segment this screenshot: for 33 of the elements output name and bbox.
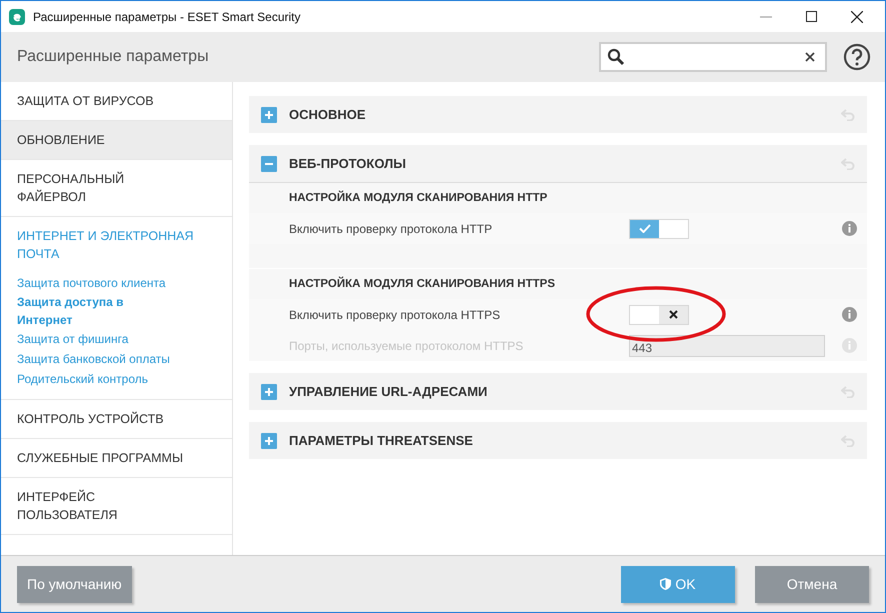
check-icon bbox=[638, 224, 650, 233]
help-icon[interactable] bbox=[843, 43, 871, 71]
section-header[interactable]: ПАРАМЕТРЫ THREATSENSE bbox=[249, 422, 867, 459]
section-header[interactable]: УПРАВЛЕНИЕ URL-АДРЕСАМИ bbox=[249, 373, 867, 410]
section-title: ПАРАМЕТРЫ THREATSENSE bbox=[289, 433, 474, 448]
setting-label: Включить проверку протокола HTTP bbox=[289, 222, 494, 236]
cross-icon bbox=[669, 310, 678, 319]
sidebar-item[interactable]: КОНТРОЛЬ УСТРОЙСТВ bbox=[1, 400, 211, 438]
info-icon[interactable] bbox=[842, 221, 857, 236]
toggle-switch[interactable] bbox=[629, 218, 689, 238]
clear-icon[interactable] bbox=[805, 52, 815, 62]
setting-label: Включить проверку протокола HTTPS bbox=[289, 308, 502, 322]
search-field[interactable] bbox=[599, 42, 827, 72]
search-icon bbox=[607, 48, 625, 66]
group-heading: НАСТРОЙКА МОДУЛЯ СКАНИРОВАНИЯ HTTP bbox=[288, 190, 548, 206]
section-header[interactable]: ОСНОВНОЕ bbox=[249, 96, 867, 133]
group-heading: НАСТРОЙКА МОДУЛЯ СКАНИРОВАНИЯ HTTPS bbox=[288, 276, 556, 292]
section-header[interactable]: ВЕБ-ПРОТОКОЛЫ bbox=[249, 145, 867, 182]
section-title: ВЕБ-ПРОТОКОЛЫ bbox=[289, 156, 407, 171]
section-title: УПРАВЛЕНИЕ URL-АДРЕСАМИ bbox=[289, 384, 488, 399]
info-icon[interactable] bbox=[842, 307, 857, 322]
close-icon[interactable] bbox=[851, 10, 863, 22]
sidebar-item[interactable]: ЗАЩИТА ОТ ВИРУСОВ bbox=[1, 82, 211, 120]
section-title: ОСНОВНОЕ bbox=[289, 107, 367, 122]
maximize-icon[interactable] bbox=[806, 11, 817, 22]
toggle-switch[interactable] bbox=[629, 304, 689, 324]
window-title: Расширенные параметры - ESET Smart Security bbox=[33, 10, 300, 24]
sidebar-item[interactable]: ПЕРСОНАЛЬНЫЙ ФАЙЕРВОЛ bbox=[1, 160, 211, 216]
shield-icon bbox=[660, 578, 672, 590]
sidebar-item[interactable]: ИНТЕРФЕЙС ПОЛЬЗОВАТЕЛЯ bbox=[1, 478, 211, 534]
sidebar-item[interactable]: СЛУЖЕБНЫЕ ПРОГРАММЫ bbox=[1, 439, 211, 477]
app-logo-icon bbox=[9, 8, 25, 24]
page-title: Расширенные параметры bbox=[17, 48, 209, 66]
